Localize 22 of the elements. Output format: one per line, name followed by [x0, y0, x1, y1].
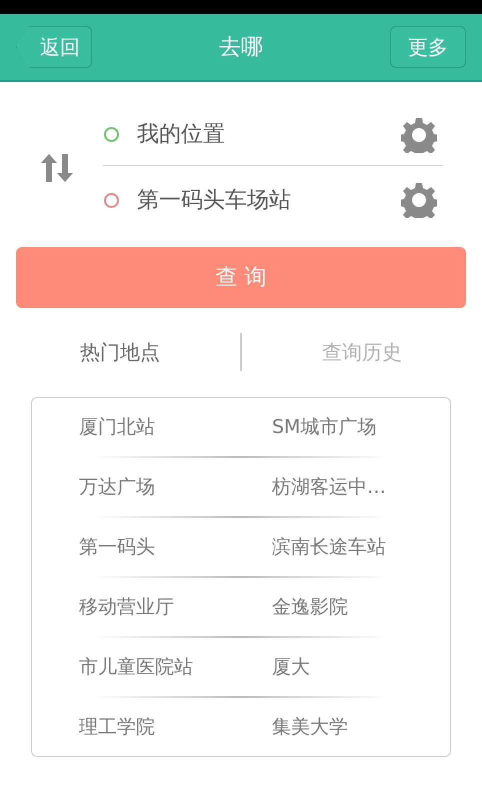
place-item[interactable]: 万达广场 — [79, 472, 272, 502]
more-button[interactable]: 更多 — [390, 26, 466, 68]
settings-icon[interactable] — [401, 116, 437, 152]
place-item[interactable]: 理工学院 — [79, 712, 272, 742]
place-item[interactable]: SM城市广场 — [272, 412, 376, 442]
location-field[interactable]: 第一码头车场站 — [137, 184, 401, 216]
place-item[interactable]: 移动营业厅 — [79, 592, 272, 622]
place-item[interactable]: 第一码头 — [79, 532, 272, 562]
place-item[interactable]: 枋湖客运中… — [272, 472, 386, 502]
tab[interactable]: 热门地点 — [0, 337, 240, 367]
place-item[interactable]: 厦大 — [272, 652, 310, 682]
window-title: 去哪 — [219, 34, 263, 62]
settings-icon[interactable] — [401, 182, 437, 218]
place-item[interactable]: 滨南长途车站 — [272, 532, 386, 562]
place-item[interactable]: 金逸影院 — [272, 592, 348, 622]
place-item[interactable]: 厦门北站 — [79, 412, 272, 442]
place-item[interactable]: 集美大学 — [272, 712, 348, 742]
swap-icon[interactable] — [40, 154, 75, 182]
location-field[interactable]: 我的位置 — [137, 118, 401, 151]
search-button[interactable]: 查 询 — [16, 247, 466, 308]
place-item[interactable]: 市儿童医院站 — [79, 652, 272, 682]
back-button[interactable]: 返回 — [16, 26, 92, 68]
